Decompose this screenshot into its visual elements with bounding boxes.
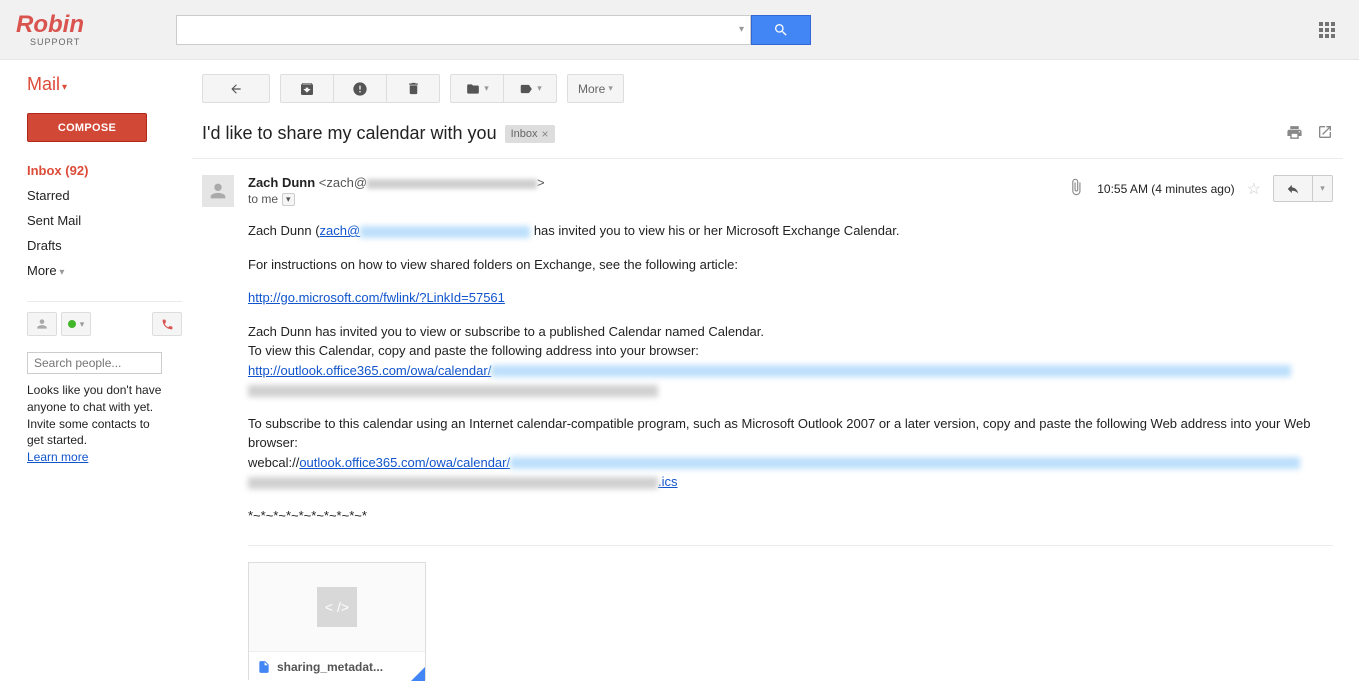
status-online-icon: [68, 320, 76, 328]
more-label: More: [578, 82, 605, 96]
reply-button[interactable]: [1273, 175, 1313, 202]
email-time: 10:55 AM (4 minutes ago): [1097, 182, 1234, 196]
sidebar-more[interactable]: More: [27, 258, 182, 283]
instructions-link[interactable]: http://go.microsoft.com/fwlink/?LinkId=5…: [248, 290, 505, 305]
email-subject: I'd like to share my calendar with you: [202, 123, 497, 144]
logo[interactable]: Robin SUPPORT: [16, 13, 176, 47]
sender-email: <zach@>: [319, 175, 545, 190]
logo-subtext: SUPPORT: [30, 37, 176, 47]
chat-phone-icon[interactable]: [152, 312, 182, 336]
archive-button[interactable]: [280, 74, 334, 103]
apps-icon[interactable]: [1319, 22, 1335, 38]
search-options-dropdown-icon[interactable]: ▾: [733, 24, 750, 35]
logo-text: Robin: [16, 13, 176, 37]
label-icon: [518, 82, 534, 96]
more-button[interactable]: More▾: [567, 74, 624, 103]
sidebar-item-sent[interactable]: Sent Mail: [27, 208, 182, 233]
chevron-down-icon: ▾: [484, 83, 489, 94]
folder-icon: [465, 82, 481, 96]
sender-avatar: [202, 175, 234, 207]
reply-more-dropdown[interactable]: ▾: [1313, 175, 1333, 202]
chat-status-dropdown[interactable]: ▾: [61, 312, 91, 336]
mail-dropdown[interactable]: Mail▾: [27, 74, 182, 95]
attachment-card[interactable]: < /> sharing_metadat...: [248, 562, 426, 680]
sidebar-item-starred[interactable]: Starred: [27, 183, 182, 208]
labels-button[interactable]: ▾: [503, 74, 557, 103]
search-people-input[interactable]: [27, 352, 162, 374]
back-button[interactable]: [202, 74, 270, 103]
chevron-down-icon: ▾: [608, 83, 613, 94]
learn-more-link[interactable]: Learn more: [27, 450, 88, 464]
spam-button[interactable]: [333, 74, 387, 103]
attachment-name: sharing_metadat...: [277, 660, 383, 674]
show-details-dropdown[interactable]: ▾: [282, 193, 295, 206]
search-button[interactable]: [751, 15, 811, 45]
inbox-label-chip[interactable]: Inbox ×: [505, 125, 555, 143]
search-input[interactable]: [177, 16, 733, 44]
attachment-corner-icon: [411, 667, 425, 681]
new-window-icon[interactable]: [1317, 124, 1333, 143]
remove-label-icon[interactable]: ×: [542, 127, 549, 141]
search-box[interactable]: ▾: [176, 15, 751, 45]
chat-empty-text: Looks like you don't have anyone to chat…: [27, 382, 162, 449]
chevron-down-icon: ▾: [62, 82, 67, 93]
reply-icon: [1284, 182, 1302, 196]
calendar-view-link[interactable]: http://outlook.office365.com/owa/calenda…: [248, 363, 491, 378]
star-icon[interactable]: ☆: [1247, 179, 1261, 199]
sender-email-link[interactable]: zach@: [320, 223, 361, 238]
move-to-button[interactable]: ▾: [450, 74, 504, 103]
archive-icon: [299, 81, 315, 97]
spam-icon: [352, 81, 368, 97]
file-icon: [257, 659, 271, 675]
attachment-icon[interactable]: [1067, 178, 1085, 199]
compose-button[interactable]: COMPOSE: [27, 113, 147, 142]
chevron-down-icon: ▾: [537, 83, 542, 94]
sender-name: Zach Dunn: [248, 175, 315, 190]
attachment-preview-icon: < />: [317, 587, 357, 627]
chevron-down-icon: ▾: [80, 319, 85, 330]
chat-person-icon[interactable]: [27, 312, 57, 336]
sidebar-item-inbox[interactable]: Inbox (92): [27, 158, 182, 183]
back-arrow-icon: [226, 82, 246, 96]
webcal-link[interactable]: outlook.office365.com/owa/calendar/.ics: [248, 455, 1300, 490]
delete-button[interactable]: [386, 74, 440, 103]
recipient-text: to me: [248, 192, 278, 206]
mail-label-text: Mail: [27, 74, 60, 94]
search-icon: [773, 22, 789, 38]
print-icon[interactable]: [1286, 124, 1303, 144]
label-chip-text: Inbox: [511, 128, 538, 140]
sidebar-item-drafts[interactable]: Drafts: [27, 233, 182, 258]
trash-icon: [406, 81, 421, 96]
